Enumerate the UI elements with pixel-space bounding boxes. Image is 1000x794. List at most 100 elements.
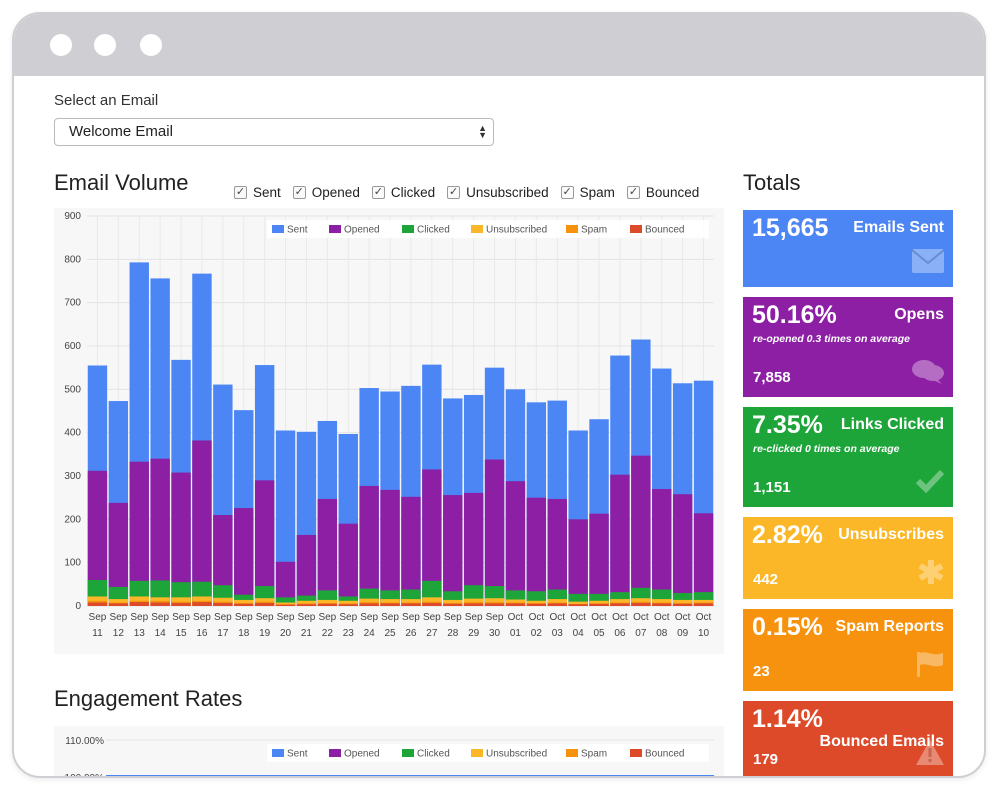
- bar-opened[interactable]: [234, 508, 254, 606]
- bar-opened[interactable]: [631, 455, 651, 606]
- legend-label-bounced[interactable]: Bounced: [645, 225, 684, 236]
- toggle-unsubscribed[interactable]: ✓ Unsubscribed: [447, 182, 549, 202]
- envelope-icon: [911, 248, 945, 279]
- bar-bounced[interactable]: [568, 604, 588, 606]
- bar-bounced[interactable]: [129, 602, 149, 606]
- bar-bounced[interactable]: [526, 603, 547, 606]
- bar-opened[interactable]: [672, 494, 693, 606]
- bar-opened[interactable]: [359, 485, 379, 606]
- bar-opened[interactable]: [505, 481, 526, 606]
- bar-bounced[interactable]: [652, 603, 672, 606]
- bar-bounced[interactable]: [693, 603, 714, 606]
- bar-opened[interactable]: [568, 519, 588, 606]
- legend-swatch-unsubscribed: [471, 225, 483, 233]
- x-tick-day: 16: [196, 628, 208, 639]
- toggle-opened[interactable]: ✓ Opened: [292, 182, 360, 202]
- bar-bounced[interactable]: [380, 603, 400, 606]
- bar-opened[interactable]: [589, 513, 609, 606]
- x-tick-day: 11: [92, 628, 103, 639]
- bar-opened[interactable]: [484, 459, 505, 606]
- totals-card-bounced-emails[interactable]: 1.14% Bounced Emails 179: [743, 701, 953, 776]
- x-tick-day: 20: [280, 628, 292, 639]
- bar-bounced[interactable]: [296, 604, 317, 606]
- bar-bounced[interactable]: [171, 602, 191, 606]
- bar-opened[interactable]: [296, 534, 317, 606]
- bar-opened[interactable]: [317, 498, 338, 606]
- engagement-legend: Sent Opened Clicked Unsubscribed Spam Bounced: [267, 744, 709, 762]
- legend-label-sent[interactable]: Sent: [287, 749, 308, 760]
- checkbox-icon[interactable]: ✓: [447, 185, 461, 199]
- bar-bounced[interactable]: [547, 603, 567, 606]
- x-tick-month: Sep: [486, 612, 504, 623]
- bar-opened[interactable]: [526, 497, 547, 606]
- toggle-clicked[interactable]: ✓ Clicked: [371, 182, 435, 202]
- bar-bounced[interactable]: [610, 603, 630, 606]
- bar-bounced[interactable]: [463, 603, 484, 606]
- bar-bounced[interactable]: [631, 602, 651, 606]
- x-tick-month: Oct: [508, 612, 524, 623]
- legend-label-opened[interactable]: Opened: [344, 749, 380, 760]
- totals-card-emails-sent[interactable]: 15,665 Emails Sent: [743, 210, 953, 287]
- legend-label-spam[interactable]: Spam: [581, 225, 607, 236]
- card-title: Spam Reports: [835, 618, 944, 635]
- bar-bounced[interactable]: [192, 602, 212, 606]
- legend-label-spam[interactable]: Spam: [581, 749, 607, 760]
- totals-card-opens[interactable]: 50.16% Opens re-opened 0.3 times on averag…: [743, 297, 953, 397]
- bar-opened[interactable]: [192, 440, 212, 606]
- toggle-spam[interactable]: ✓ Spam: [560, 182, 615, 202]
- bar-opened[interactable]: [380, 489, 400, 606]
- bar-bounced[interactable]: [87, 602, 108, 606]
- legend-label-bounced[interactable]: Bounced: [645, 749, 684, 760]
- bar-bounced[interactable]: [443, 603, 463, 606]
- bar-bounced[interactable]: [150, 602, 170, 606]
- bar-bounced[interactable]: [505, 603, 526, 606]
- bar-bounced[interactable]: [359, 603, 379, 606]
- legend-label-clicked[interactable]: Clicked: [417, 225, 450, 236]
- window-dot-2[interactable]: [94, 34, 116, 56]
- bar-bounced[interactable]: [338, 604, 358, 606]
- legend-label-opened[interactable]: Opened: [344, 225, 380, 236]
- bar-bounced[interactable]: [317, 603, 338, 606]
- y-tick-label: 800: [64, 254, 81, 265]
- bar-bounced[interactable]: [234, 603, 254, 606]
- x-tick-day: 29: [468, 628, 480, 639]
- legend-label-unsubscribed[interactable]: Unsubscribed: [486, 225, 547, 236]
- bar-bounced[interactable]: [401, 603, 421, 606]
- asterisk-icon: [917, 558, 945, 591]
- bar-bounced[interactable]: [589, 603, 609, 606]
- bar-bounced[interactable]: [484, 603, 505, 606]
- card-value: 7.35%: [752, 411, 823, 439]
- bar-opened[interactable]: [610, 474, 630, 606]
- totals-card-spam-reports[interactable]: 0.15% Spam Reports 23: [743, 609, 953, 691]
- bar-bounced[interactable]: [275, 604, 296, 606]
- totals-card-links-clicked[interactable]: 7.35% Links Clicked re-clicked 0 times on …: [743, 407, 953, 507]
- checkbox-icon[interactable]: ✓: [560, 185, 574, 199]
- checkbox-icon[interactable]: ✓: [626, 185, 640, 199]
- legend-label-sent[interactable]: Sent: [287, 225, 308, 236]
- legend-label-unsubscribed[interactable]: Unsubscribed: [486, 749, 547, 760]
- toggle-sent[interactable]: ✓ Sent: [234, 182, 281, 202]
- totals-card-unsubscribes[interactable]: 2.82% Unsubscribes 442: [743, 517, 953, 599]
- x-tick-day: 02: [531, 628, 543, 639]
- bar-opened[interactable]: [443, 495, 463, 606]
- checkbox-icon[interactable]: ✓: [234, 185, 247, 199]
- y-tick-label: 500: [64, 384, 81, 395]
- bar-opened[interactable]: [652, 489, 672, 606]
- email-select[interactable]: Welcome Email ▲ ▼: [54, 118, 494, 146]
- checkbox-icon[interactable]: ✓: [292, 185, 306, 199]
- toggle-bounced[interactable]: ✓ Bounced: [626, 182, 699, 202]
- bar-bounced[interactable]: [108, 603, 129, 606]
- checkbox-icon[interactable]: ✓: [371, 185, 385, 199]
- bar-bounced[interactable]: [672, 603, 693, 606]
- bar-opened[interactable]: [338, 523, 358, 606]
- bar-opened[interactable]: [693, 513, 714, 606]
- bar-bounced[interactable]: [213, 602, 233, 606]
- card-count: 179: [753, 751, 779, 768]
- legend-swatch-clicked: [402, 225, 414, 233]
- bar-bounced[interactable]: [254, 602, 275, 606]
- window-dot-3[interactable]: [140, 34, 162, 56]
- engagement-rates-svg: 110.00% 100.00% Sent Opened Clicked Unsubscri…: [65, 736, 714, 776]
- window-dot-1[interactable]: [50, 34, 72, 56]
- bar-bounced[interactable]: [422, 602, 442, 606]
- legend-label-clicked[interactable]: Clicked: [417, 749, 450, 760]
